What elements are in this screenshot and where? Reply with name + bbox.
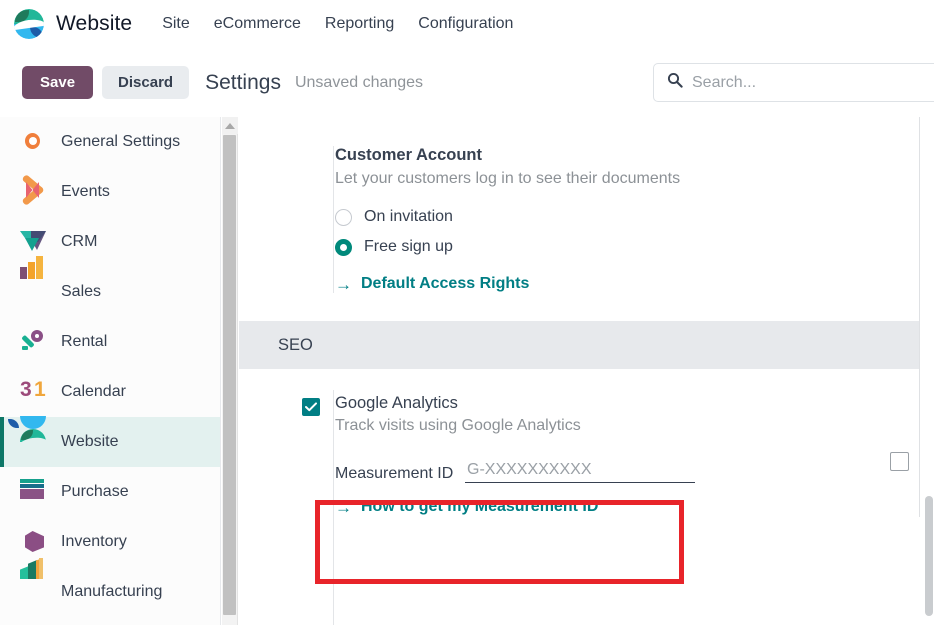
customer-account-description: Let your customers log in to see their d… [335,170,681,187]
crm-icon [20,229,46,255]
events-icon [20,174,46,206]
sidebar-item-label: Calendar [61,383,126,400]
seo-section-banner: SEO [239,321,919,369]
sidebar-item-label: Rental [61,333,108,350]
sidebar-item-inventory[interactable]: Inventory [0,517,220,567]
sales-icon [20,256,46,305]
sidebar-scrollbar[interactable] [222,117,238,625]
google-analytics-checkbox[interactable] [302,398,320,416]
body-area: General Settings Events CRM Sales Rental [0,117,934,625]
how-to-get-measurement-id-label[interactable]: How to get my Measurement ID [361,498,598,516]
save-button[interactable]: Save [22,66,94,99]
right-column-checkbox[interactable] [890,452,909,471]
measurement-id-label: Measurement ID [335,465,454,482]
google-analytics-description: Track visits using Google Analytics [335,417,581,434]
search-icon [667,72,683,93]
default-access-rights-label[interactable]: Default Access Rights [361,275,529,293]
page-title: Settings [205,70,281,94]
sidebar-scrollbar-thumb[interactable] [223,135,236,615]
radio-label: On invitation [364,208,453,225]
settings-main-panel: Customer Account Let your customers log … [239,117,919,625]
scroll-up-arrow-icon[interactable] [222,117,238,134]
radio-label: Free sign up [364,238,453,255]
arrow-right-icon: → [335,497,352,517]
setting-divider [333,146,334,293]
customer-account-title: Customer Account [335,146,482,164]
rental-key-icon [20,329,46,355]
sidebar-item-sales[interactable]: Sales [0,256,220,317]
sidebar-item-events[interactable]: Events [0,167,220,217]
check-icon [305,402,317,412]
sidebar-item-label: General Settings [61,133,181,150]
nav-item-configuration[interactable]: Configuration [406,11,525,37]
seo-section-label: SEO [278,335,313,354]
website-logo-icon[interactable] [14,9,44,39]
sidebar-item-crm[interactable]: CRM [0,217,220,267]
sidebar-item-manufacturing[interactable]: Manufacturing [0,558,220,617]
purchase-icon [20,479,46,505]
sidebar-item-label: CRM [61,233,98,250]
radio-option-on-invitation[interactable]: On invitation [335,208,919,226]
sidebar-item-website[interactable]: Website [0,416,220,467]
sidebar-item-calendar[interactable]: 31 Calendar [0,367,220,417]
discard-button[interactable]: Discard [102,66,190,99]
default-access-rights-link[interactable]: → Default Access Rights [335,275,919,293]
google-analytics-setting: Google Analytics Track visits using Goog… [239,390,919,625]
sidebar-item-label: Website [61,433,119,450]
calendar-31-icon: 31 [20,378,46,401]
sidebar-item-label: Events [61,183,110,200]
radio-button-selected[interactable] [335,238,352,256]
website-icon [8,416,49,455]
sidebar-item-label: Manufacturing [61,583,163,600]
search-bar[interactable] [653,63,934,102]
inventory-icon [20,529,46,555]
unsaved-changes-status: Unsaved changes [294,73,424,91]
sidebar-item-rental[interactable]: Rental [0,317,220,367]
sidebar-item-label: Purchase [61,483,129,500]
top-navbar: Website Site eCommerce Reporting Configu… [0,0,934,48]
sidebar-item-label: Inventory [61,533,127,550]
google-analytics-title: Google Analytics [335,394,458,412]
nav-item-ecommerce[interactable]: eCommerce [202,11,313,37]
nav-item-reporting[interactable]: Reporting [313,11,406,37]
how-to-get-measurement-id-link[interactable]: → How to get my Measurement ID [335,498,919,516]
nav-item-site[interactable]: Site [150,11,202,37]
arrow-right-icon: → [335,274,352,294]
search-input[interactable] [692,73,922,92]
customer-account-setting: Customer Account Let your customers log … [239,146,919,293]
app-brand-name[interactable]: Website [56,12,132,36]
sidebar-item-purchase[interactable]: Purchase [0,467,220,517]
manufacturing-icon [20,558,46,605]
main-scrollbar-thumb[interactable] [925,496,933,616]
sidebar-item-general-settings[interactable]: General Settings [0,117,220,167]
radio-button-unselected[interactable] [335,208,352,226]
settings-hex-icon [20,129,46,155]
radio-option-free-sign-up[interactable]: Free sign up [335,238,919,256]
setting-divider [333,390,334,625]
sidebar-item-label: Sales [61,283,102,300]
main-panel-divider [919,117,920,517]
measurement-id-input[interactable] [465,461,695,483]
settings-sidebar: General Settings Events CRM Sales Rental [0,117,221,625]
measurement-id-field-row: Measurement ID [335,461,919,486]
